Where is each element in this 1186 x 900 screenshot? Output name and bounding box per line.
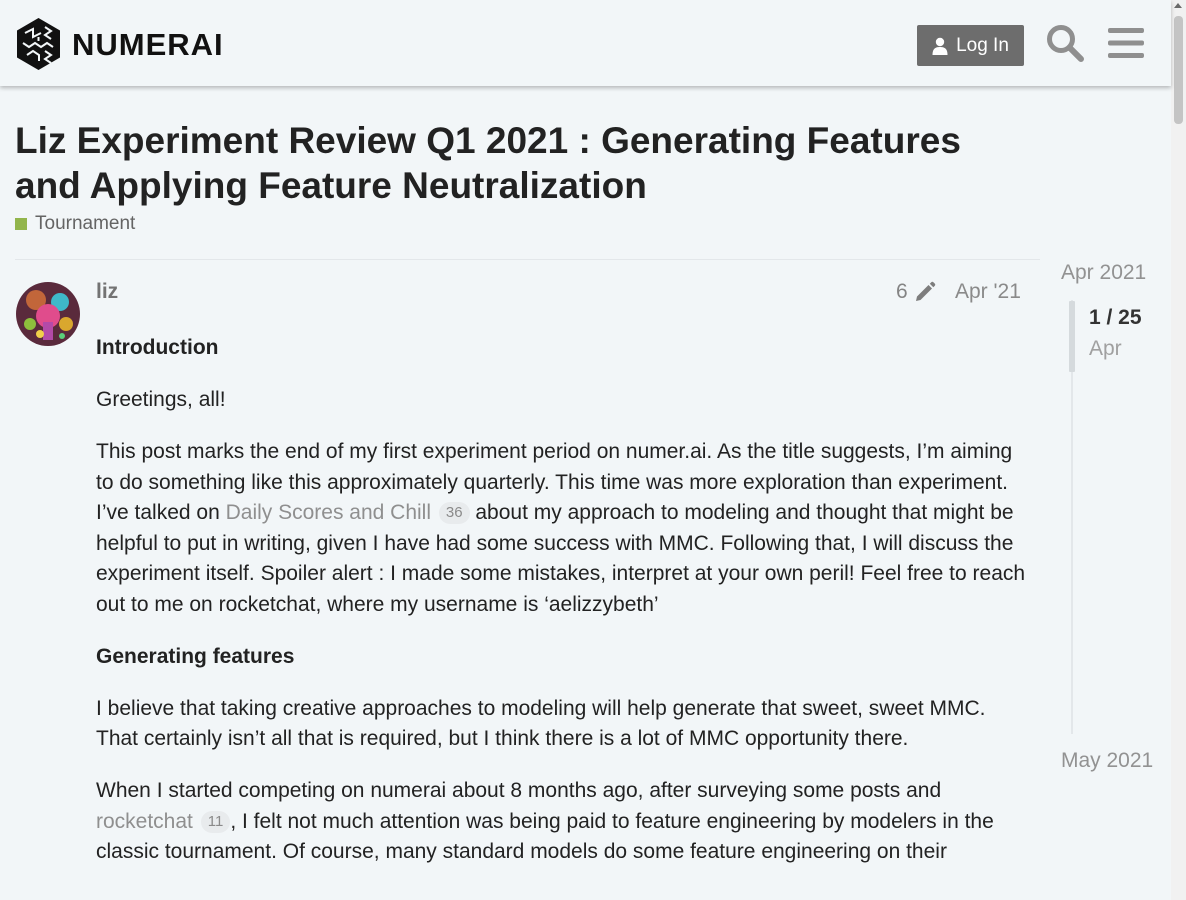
edit-history-button[interactable]: 6 (896, 280, 936, 304)
user-icon (932, 37, 948, 55)
avatar-image (16, 282, 80, 346)
post-paragraph: I believe that taking creative approache… (96, 696, 986, 751)
timeline-position: 1 / 25 (1089, 306, 1142, 329)
daily-scores-link[interactable]: Daily Scores and Chill (226, 501, 431, 524)
category-color-swatch (15, 218, 27, 230)
timeline-start-date[interactable]: Apr 2021 (1061, 261, 1146, 285)
log-in-button[interactable]: Log In (917, 25, 1024, 66)
site-header: NUMERAI Log In (0, 0, 1171, 86)
category-label: Tournament (35, 213, 136, 234)
hamburger-menu-icon (1108, 28, 1144, 58)
log-in-label: Log In (956, 34, 1009, 56)
timeline-scroller-handle[interactable] (1069, 301, 1075, 372)
numerai-logo[interactable]: NUMERAI (15, 17, 224, 71)
menu-button[interactable] (1105, 22, 1147, 64)
post-paragraph: When I started competing on numerai abou… (96, 776, 1031, 868)
scroll-up-arrow-icon[interactable] (1174, 3, 1182, 8)
paragraph-text: , I felt not much attention was being pa… (96, 809, 994, 864)
post-heading-generating-features: Generating features (96, 644, 295, 668)
edit-count: 6 (896, 280, 908, 303)
post-paragraph: This post marks the end of my first expe… (96, 437, 1031, 620)
user-avatar[interactable] (16, 282, 80, 346)
pencil-icon (915, 281, 935, 301)
rocketchat-link[interactable]: rocketchat (96, 810, 193, 833)
search-button[interactable] (1044, 22, 1086, 64)
brand-wordmark: NUMERAI (72, 26, 224, 62)
topic-title[interactable]: Liz Experiment Review Q1 2021 : Generati… (15, 118, 1025, 208)
post-body: Introduction Greetings, all! This post m… (96, 333, 1031, 889)
page-scrollbar[interactable] (1171, 0, 1186, 900)
paragraph-text: When I started competing on numerai abou… (96, 779, 942, 802)
post-username[interactable]: liz (96, 280, 118, 304)
topic-divider (15, 259, 1040, 260)
post-heading-introduction: Introduction (96, 336, 219, 359)
post-greeting: Greetings, all! (96, 388, 226, 411)
scrollbar-thumb[interactable] (1174, 16, 1183, 124)
timeline-month: Apr (1089, 337, 1122, 360)
timeline-end-date[interactable]: May 2021 (1061, 749, 1153, 773)
post-date[interactable]: Apr '21 (955, 280, 1021, 304)
numerai-logo-icon (17, 18, 60, 70)
link-click-count-badge: 11 (200, 810, 231, 833)
category-badge[interactable]: Tournament (15, 213, 135, 235)
link-click-count-badge: 36 (438, 502, 470, 524)
search-icon (1047, 25, 1084, 62)
